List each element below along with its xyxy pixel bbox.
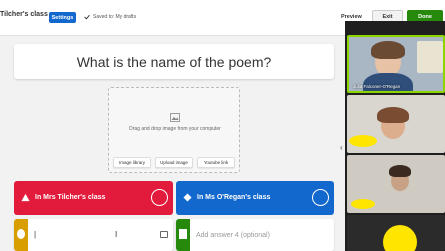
text-caret: | xyxy=(34,230,37,239)
circle-icon xyxy=(17,229,25,239)
image-icon[interactable] xyxy=(160,231,168,238)
participant-body xyxy=(363,73,413,91)
reaction-avatar xyxy=(349,135,377,147)
question-editor: What is the name of the poem? Drag and d… xyxy=(0,37,343,251)
correct-answer-toggle[interactable] xyxy=(312,189,329,206)
upload-image-button[interactable]: Upload image xyxy=(155,157,193,168)
participant-avatar xyxy=(383,225,417,251)
answer-4-color-tab xyxy=(176,219,190,251)
answer-3-color-tab xyxy=(14,219,28,251)
answer-1-text[interactable]: In Mrs Tilcher's class xyxy=(35,194,105,201)
image-library-button[interactable]: Image library xyxy=(113,157,151,168)
preview-button[interactable]: Preview xyxy=(341,14,362,20)
answer-4-placeholder[interactable]: Add answer 4 (optional) xyxy=(196,232,270,239)
text-cursor-icon: I xyxy=(115,230,118,239)
participant-video xyxy=(347,155,445,213)
question-input[interactable]: What is the name of the poem? xyxy=(14,44,334,79)
participant-video: Julia Falconer-O'Regan xyxy=(347,35,445,93)
image-icon xyxy=(170,113,180,122)
check-icon xyxy=(84,14,90,20)
answer-4[interactable]: Add answer 4 (optional) xyxy=(176,219,334,251)
drop-text: Drag and drop image from your computer xyxy=(129,126,221,132)
participant-hair xyxy=(371,41,405,59)
correct-answer-toggle[interactable] xyxy=(151,189,168,206)
settings-button[interactable]: Settings xyxy=(49,12,76,23)
answer-2[interactable]: In Ms O'Regan's class xyxy=(176,181,334,215)
reaction-avatar xyxy=(351,199,375,209)
saved-status: Saved to: My drafts xyxy=(84,14,136,20)
participant-hair xyxy=(389,165,411,177)
square-icon xyxy=(179,229,187,239)
video-call-panel: Julia Falconer-O'Regan xyxy=(345,21,445,251)
triangle-icon xyxy=(21,193,30,202)
kahoot-title[interactable]: Tilcher's class xyxy=(0,11,48,18)
panel-collapse-handle[interactable]: ‹ xyxy=(340,143,343,152)
answer-2-text[interactable]: In Ms O'Regan's class xyxy=(197,194,270,201)
answer-1[interactable]: In Mrs Tilcher's class xyxy=(14,181,173,215)
diamond-icon xyxy=(183,193,192,202)
answer-3[interactable]: | I xyxy=(14,219,173,251)
window-background xyxy=(417,41,443,73)
saved-status-text: Saved to: My drafts xyxy=(93,14,137,20)
participant-hair xyxy=(377,107,409,123)
youtube-link-button[interactable]: Youtube link xyxy=(197,157,235,168)
media-drop-zone[interactable]: Drag and drop image from your computer I… xyxy=(108,87,240,173)
participant-video xyxy=(347,95,445,153)
participant-name: Julia Falconer-O'Regan xyxy=(353,84,401,89)
participant-video xyxy=(347,215,445,251)
